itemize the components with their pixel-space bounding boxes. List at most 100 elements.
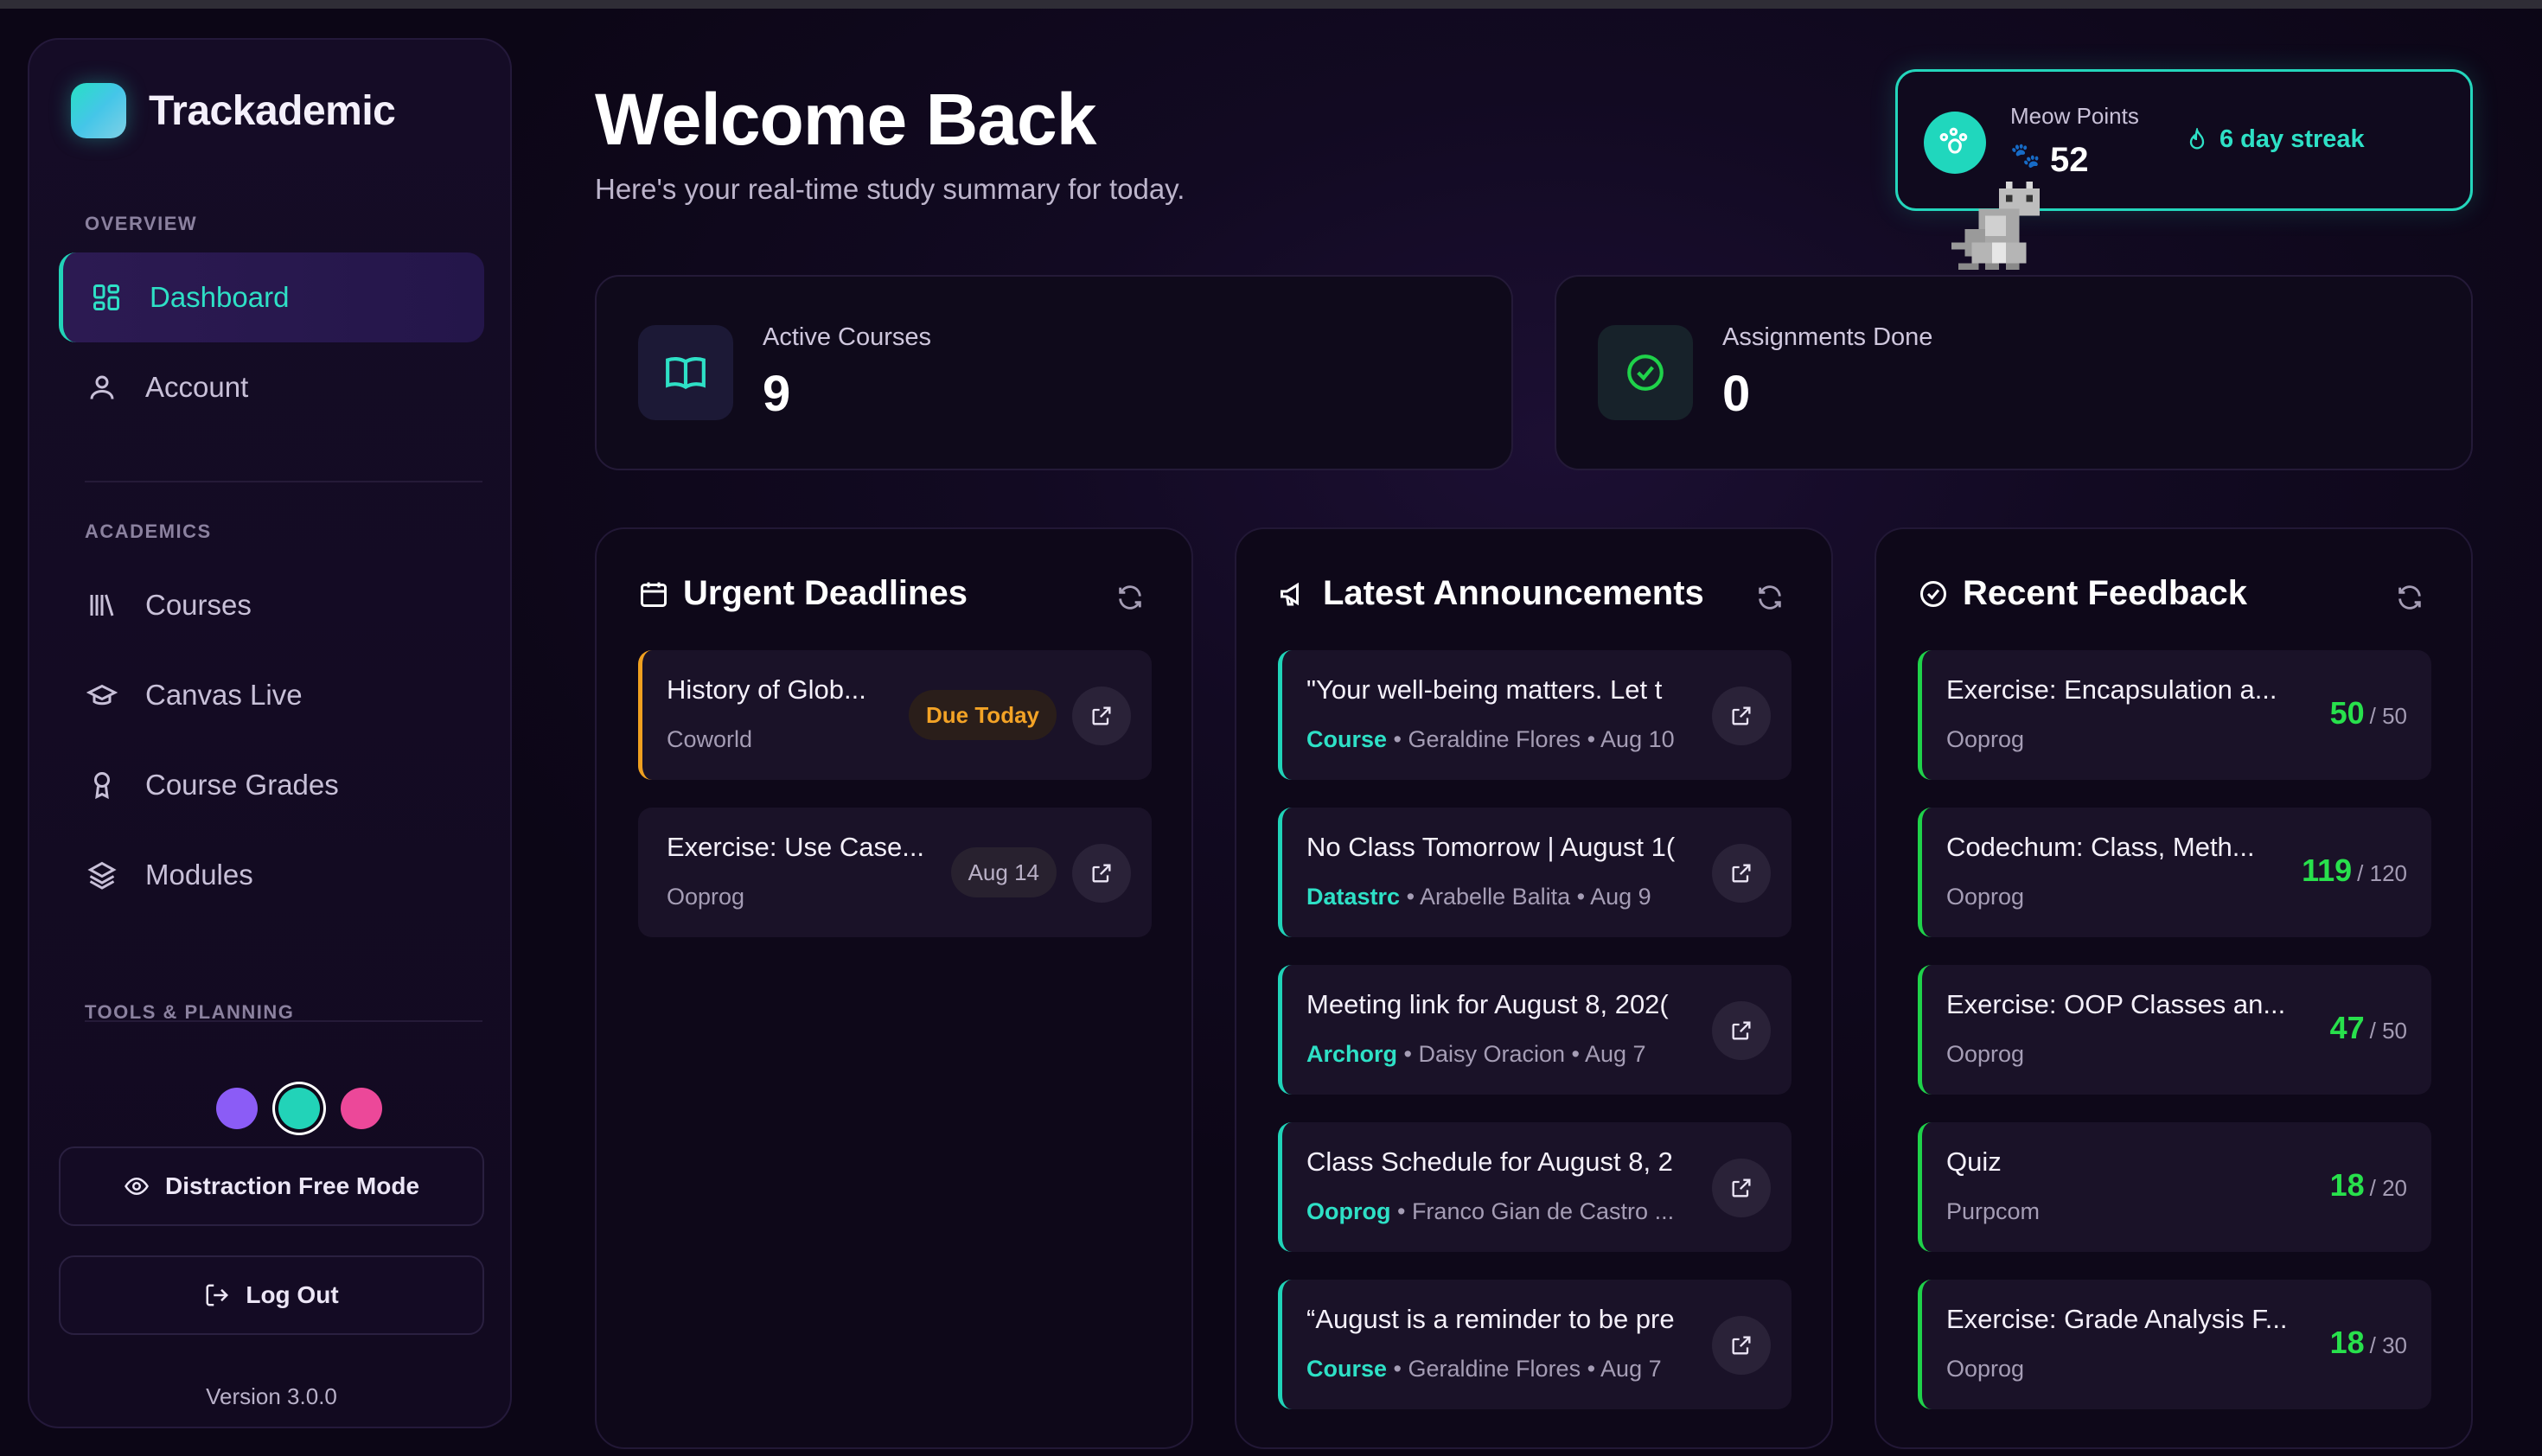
score-total: / 30 bbox=[2369, 1332, 2407, 1358]
book-open-icon bbox=[638, 325, 733, 420]
feedback-score: 50/ 50 bbox=[2330, 695, 2407, 731]
announcement-title: “August is a reminder to be pre bbox=[1306, 1304, 1675, 1334]
score-value: 50 bbox=[2329, 695, 2365, 731]
sidebar-item-account[interactable]: Account bbox=[59, 342, 484, 432]
library-icon bbox=[85, 588, 119, 623]
section-label-overview: OVERVIEW bbox=[85, 213, 198, 234]
announcement-course: Course bbox=[1306, 726, 1388, 752]
feedback-score: 18/ 30 bbox=[2330, 1325, 2407, 1361]
assignments-done-value: 0 bbox=[1722, 366, 1751, 422]
feedback-item[interactable]: Exercise: Encapsulation a... Ooprog 50/ … bbox=[1918, 650, 2431, 780]
feedback-item[interactable]: Quiz Purpcom 18/ 20 bbox=[1918, 1122, 2431, 1252]
announcement-item[interactable]: No Class Tomorrow | August 1( Datastrc •… bbox=[1278, 808, 1792, 937]
feedback-course: Ooprog bbox=[1946, 884, 2025, 910]
announcement-meta: Course • Geraldine Flores • Aug 7 bbox=[1306, 1356, 1687, 1383]
theme-swatch-pink[interactable] bbox=[341, 1088, 382, 1129]
sidebar-item-course-grades[interactable]: Course Grades bbox=[59, 740, 484, 830]
page-title: Welcome Back bbox=[595, 79, 1096, 160]
paw-icon bbox=[1924, 112, 1986, 174]
announcement-item[interactable]: "Your well-being matters. Let t Course •… bbox=[1278, 650, 1792, 780]
announcement-meta: Archorg • Daisy Oracion • Aug 7 bbox=[1306, 1041, 1687, 1068]
feedback-score: 18/ 20 bbox=[2330, 1167, 2407, 1204]
logout-button[interactable]: Log Out bbox=[59, 1255, 484, 1335]
feedback-item[interactable]: Exercise: Grade Analysis F... Ooprog 18/… bbox=[1918, 1280, 2431, 1409]
user-icon bbox=[85, 370, 119, 405]
announcement-item[interactable]: “August is a reminder to be pre Course •… bbox=[1278, 1280, 1792, 1409]
external-link-icon[interactable] bbox=[1712, 1316, 1771, 1375]
panel-header: Latest Announcements bbox=[1278, 574, 1704, 613]
feedback-title: Codechum: Class, Meth... bbox=[1946, 832, 2255, 862]
panel-header: Recent Feedback bbox=[1918, 574, 2247, 613]
deadline-item[interactable]: Exercise: Use Case... Ooprog Aug 14 bbox=[638, 808, 1152, 937]
check-circle-icon bbox=[1598, 325, 1693, 420]
brand[interactable]: Trackademic bbox=[71, 83, 396, 138]
distraction-free-button[interactable]: Distraction Free Mode bbox=[59, 1146, 484, 1226]
eye-icon bbox=[125, 1177, 149, 1196]
date-badge: Aug 14 bbox=[950, 847, 1057, 897]
assignments-done-label: Assignments Done bbox=[1722, 323, 1933, 351]
pixel-cat-mascot[interactable] bbox=[1951, 182, 2041, 277]
meow-points-value: 52 bbox=[2050, 141, 2089, 179]
refresh-icon[interactable] bbox=[1755, 583, 1785, 612]
panel-title: Latest Announcements bbox=[1323, 574, 1704, 612]
score-value: 47 bbox=[2329, 1010, 2365, 1045]
sidebar-item-label: Canvas Live bbox=[145, 679, 303, 711]
external-link-icon[interactable] bbox=[1712, 844, 1771, 903]
brand-name: Trackademic bbox=[149, 87, 396, 134]
announcement-meta: Datastrc • Arabelle Balita • Aug 9 bbox=[1306, 884, 1687, 910]
version-text: Version 3.0.0 bbox=[206, 1383, 337, 1409]
external-link-icon[interactable] bbox=[1712, 1001, 1771, 1060]
active-courses-card[interactable]: Active Courses 9 bbox=[595, 275, 1513, 470]
announcement-course: Course bbox=[1306, 1356, 1388, 1382]
announcement-course: Archorg bbox=[1306, 1041, 1398, 1067]
megaphone-icon bbox=[1281, 582, 1299, 605]
theme-swatch-purple[interactable] bbox=[216, 1088, 258, 1129]
feedback-title: Exercise: Encapsulation a... bbox=[1946, 674, 2277, 705]
feedback-course: Purpcom bbox=[1946, 1198, 2041, 1224]
announcement-meta: Ooprog • Franco Gian de Castro ... bbox=[1306, 1198, 1687, 1225]
announcement-item[interactable]: Class Schedule for August 8, 2 Ooprog • … bbox=[1278, 1122, 1792, 1252]
score-value: 119 bbox=[2302, 853, 2353, 888]
theme-swatch-teal[interactable] bbox=[278, 1088, 320, 1129]
deadline-course: Coworld bbox=[667, 726, 753, 752]
announcement-item[interactable]: Meeting link for August 8, 202( Archorg … bbox=[1278, 965, 1792, 1095]
streak-indicator: 6 day streak bbox=[2185, 125, 2365, 154]
announcement-author-date: • Geraldine Flores • Aug 10 bbox=[1387, 726, 1675, 752]
score-total: / 50 bbox=[2369, 703, 2407, 729]
due-badge: Due Today bbox=[909, 690, 1057, 740]
sidebar-item-label: Course Grades bbox=[145, 769, 339, 801]
announcement-course: Ooprog bbox=[1306, 1198, 1391, 1224]
score-total: / 20 bbox=[2369, 1175, 2407, 1201]
feedback-title: Quiz bbox=[1946, 1146, 2002, 1177]
brand-logo bbox=[71, 83, 126, 138]
announcement-author-date: • Daisy Oracion • Aug 7 bbox=[1397, 1041, 1646, 1067]
announcement-author-date: • Franco Gian de Castro ... bbox=[1390, 1198, 1675, 1224]
score-total: / 120 bbox=[2357, 860, 2407, 886]
layers-icon bbox=[85, 858, 119, 892]
external-link-icon[interactable] bbox=[1712, 1159, 1771, 1217]
feedback-item[interactable]: Exercise: OOP Classes an... Ooprog 47/ 5… bbox=[1918, 965, 2431, 1095]
external-link-icon[interactable] bbox=[1712, 686, 1771, 745]
external-link-icon[interactable] bbox=[1072, 686, 1131, 745]
refresh-icon[interactable] bbox=[2395, 583, 2424, 612]
urgent-deadlines-panel: Urgent Deadlines History of Glob... Cowo… bbox=[595, 527, 1193, 1449]
sidebar-item-dashboard[interactable]: Dashboard bbox=[59, 252, 484, 342]
refresh-icon[interactable] bbox=[1115, 583, 1145, 612]
assignments-done-card[interactable]: Assignments Done 0 bbox=[1555, 275, 2473, 470]
score-total: / 50 bbox=[2369, 1018, 2407, 1044]
external-link-icon[interactable] bbox=[1072, 844, 1131, 903]
announcement-title: No Class Tomorrow | August 1( bbox=[1306, 832, 1676, 862]
page-subtitle: Here's your real-time study summary for … bbox=[595, 173, 1185, 205]
feedback-score: 119/ 120 bbox=[2302, 853, 2407, 889]
sidebar-item-canvas-live[interactable]: Canvas Live bbox=[59, 650, 484, 740]
deadline-item[interactable]: History of Glob... Coworld Due Today bbox=[638, 650, 1152, 780]
announcement-title: Class Schedule for August 8, 2 bbox=[1306, 1146, 1673, 1177]
sidebar-item-label: Account bbox=[145, 371, 249, 403]
sidebar-item-courses[interactable]: Courses bbox=[59, 560, 484, 650]
check-circle-icon bbox=[1920, 580, 1946, 607]
feedback-item[interactable]: Codechum: Class, Meth... Ooprog 119/ 120 bbox=[1918, 808, 2431, 937]
small-paw-icon: 🐾 bbox=[2010, 142, 2041, 169]
deadline-title: Exercise: Use Case... bbox=[667, 832, 925, 862]
sidebar-item-modules[interactable]: Modules bbox=[59, 830, 484, 920]
announcement-title: "Your well-being matters. Let t bbox=[1306, 674, 1663, 705]
